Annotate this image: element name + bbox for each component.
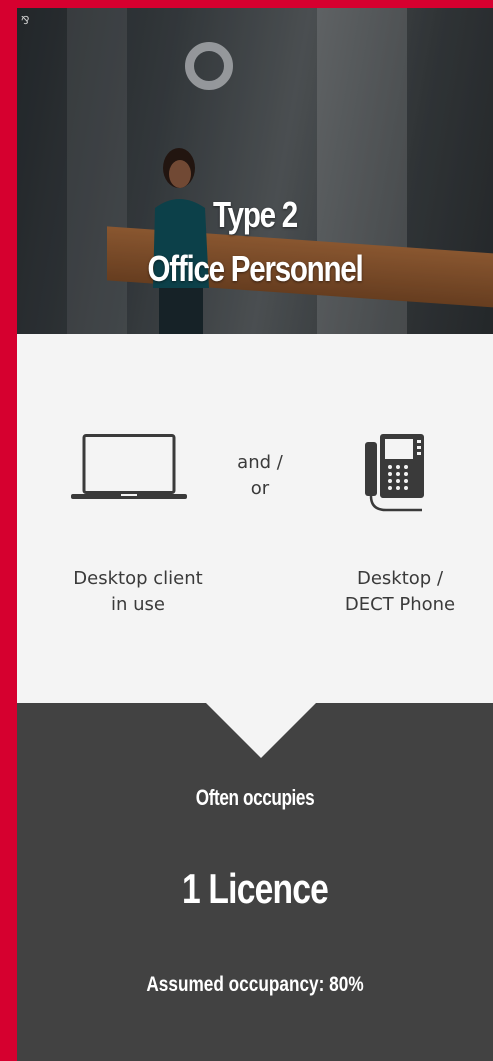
hero-title-line2: Office Personnel (147, 248, 364, 289)
pointer-arrow (205, 702, 317, 758)
device-section: and / or Desktop client in use Desktop /… (17, 334, 493, 703)
device-label-desktop-client: Desktop client in use (53, 566, 223, 618)
assumed-occupancy: Assumed occupancy: 80% (60, 973, 450, 997)
and-or-line1: and / (237, 452, 283, 473)
occupancy-value: 80% (329, 973, 364, 996)
label-line1: Desktop client (73, 568, 203, 589)
device-label-desk-phone: Desktop / DECT Phone (315, 566, 485, 618)
label-line2: DECT Phone (344, 594, 456, 615)
desk-phone-icon (365, 434, 424, 512)
occupancy-label: Assumed occupancy: (146, 973, 325, 996)
laptop-icon (71, 434, 187, 499)
hero-title-line1: Type 2 (213, 194, 298, 235)
persona-card: ⅋ Type 2 Office Personnel and / or Deskt… (17, 8, 493, 1061)
label-line1: Desktop / (356, 568, 444, 589)
label-line2: in use (111, 594, 165, 615)
and-or-line2: or (250, 478, 270, 499)
licence-count: 1 Licence (182, 865, 329, 912)
hero-image: ⅋ Type 2 Office Personnel (17, 8, 493, 334)
and-or-connector: and / or (222, 450, 298, 502)
brand-logo-icon: ⅋ (21, 14, 30, 27)
often-occupies-label: Often occupies (195, 785, 315, 810)
licence-summary: Often occupies 1 Licence Assumed occupan… (17, 702, 493, 1061)
